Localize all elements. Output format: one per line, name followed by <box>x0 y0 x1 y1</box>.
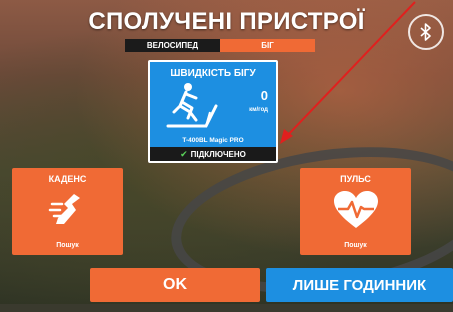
ok-button[interactable]: OK <box>90 268 260 302</box>
heart-rate-title: ПУЛЬС <box>340 174 371 184</box>
heart-pulse-icon <box>333 191 378 228</box>
cadence-card[interactable]: КАДЕНС Пошук <box>12 168 123 255</box>
cadence-title: КАДЕНС <box>48 174 87 184</box>
heart-rate-card[interactable]: ПУЛЬС Пошук <box>300 168 411 255</box>
connection-status: ✔ ПІДКЛЮЧЕНО <box>150 147 276 161</box>
heart-rate-status: Пошук <box>344 242 367 249</box>
treadmill-runner-icon <box>166 83 218 128</box>
tab-cycling[interactable]: ВЕЛОСИПЕД <box>125 39 220 52</box>
paired-device-name: T-400BL Magic PRO <box>182 137 244 144</box>
run-speed-unit: км/год <box>249 107 268 113</box>
watch-only-button[interactable]: ЛИШЕ ГОДИННИК <box>266 268 453 302</box>
run-speed-title: ШВИДКІСТЬ БІГУ <box>170 68 256 79</box>
annotation-arrow <box>280 1 416 144</box>
run-speed-card[interactable]: ШВИДКІСТЬ БІГУ 0 км/год T-400BL Magic PR… <box>148 60 278 163</box>
check-icon: ✔ <box>180 148 188 159</box>
connection-status-label: ПІДКЛЮЧЕНО <box>190 149 246 159</box>
shoe-icon <box>48 194 80 224</box>
cadence-status: Пошук <box>56 242 79 249</box>
run-speed-value: 0 <box>260 88 268 103</box>
